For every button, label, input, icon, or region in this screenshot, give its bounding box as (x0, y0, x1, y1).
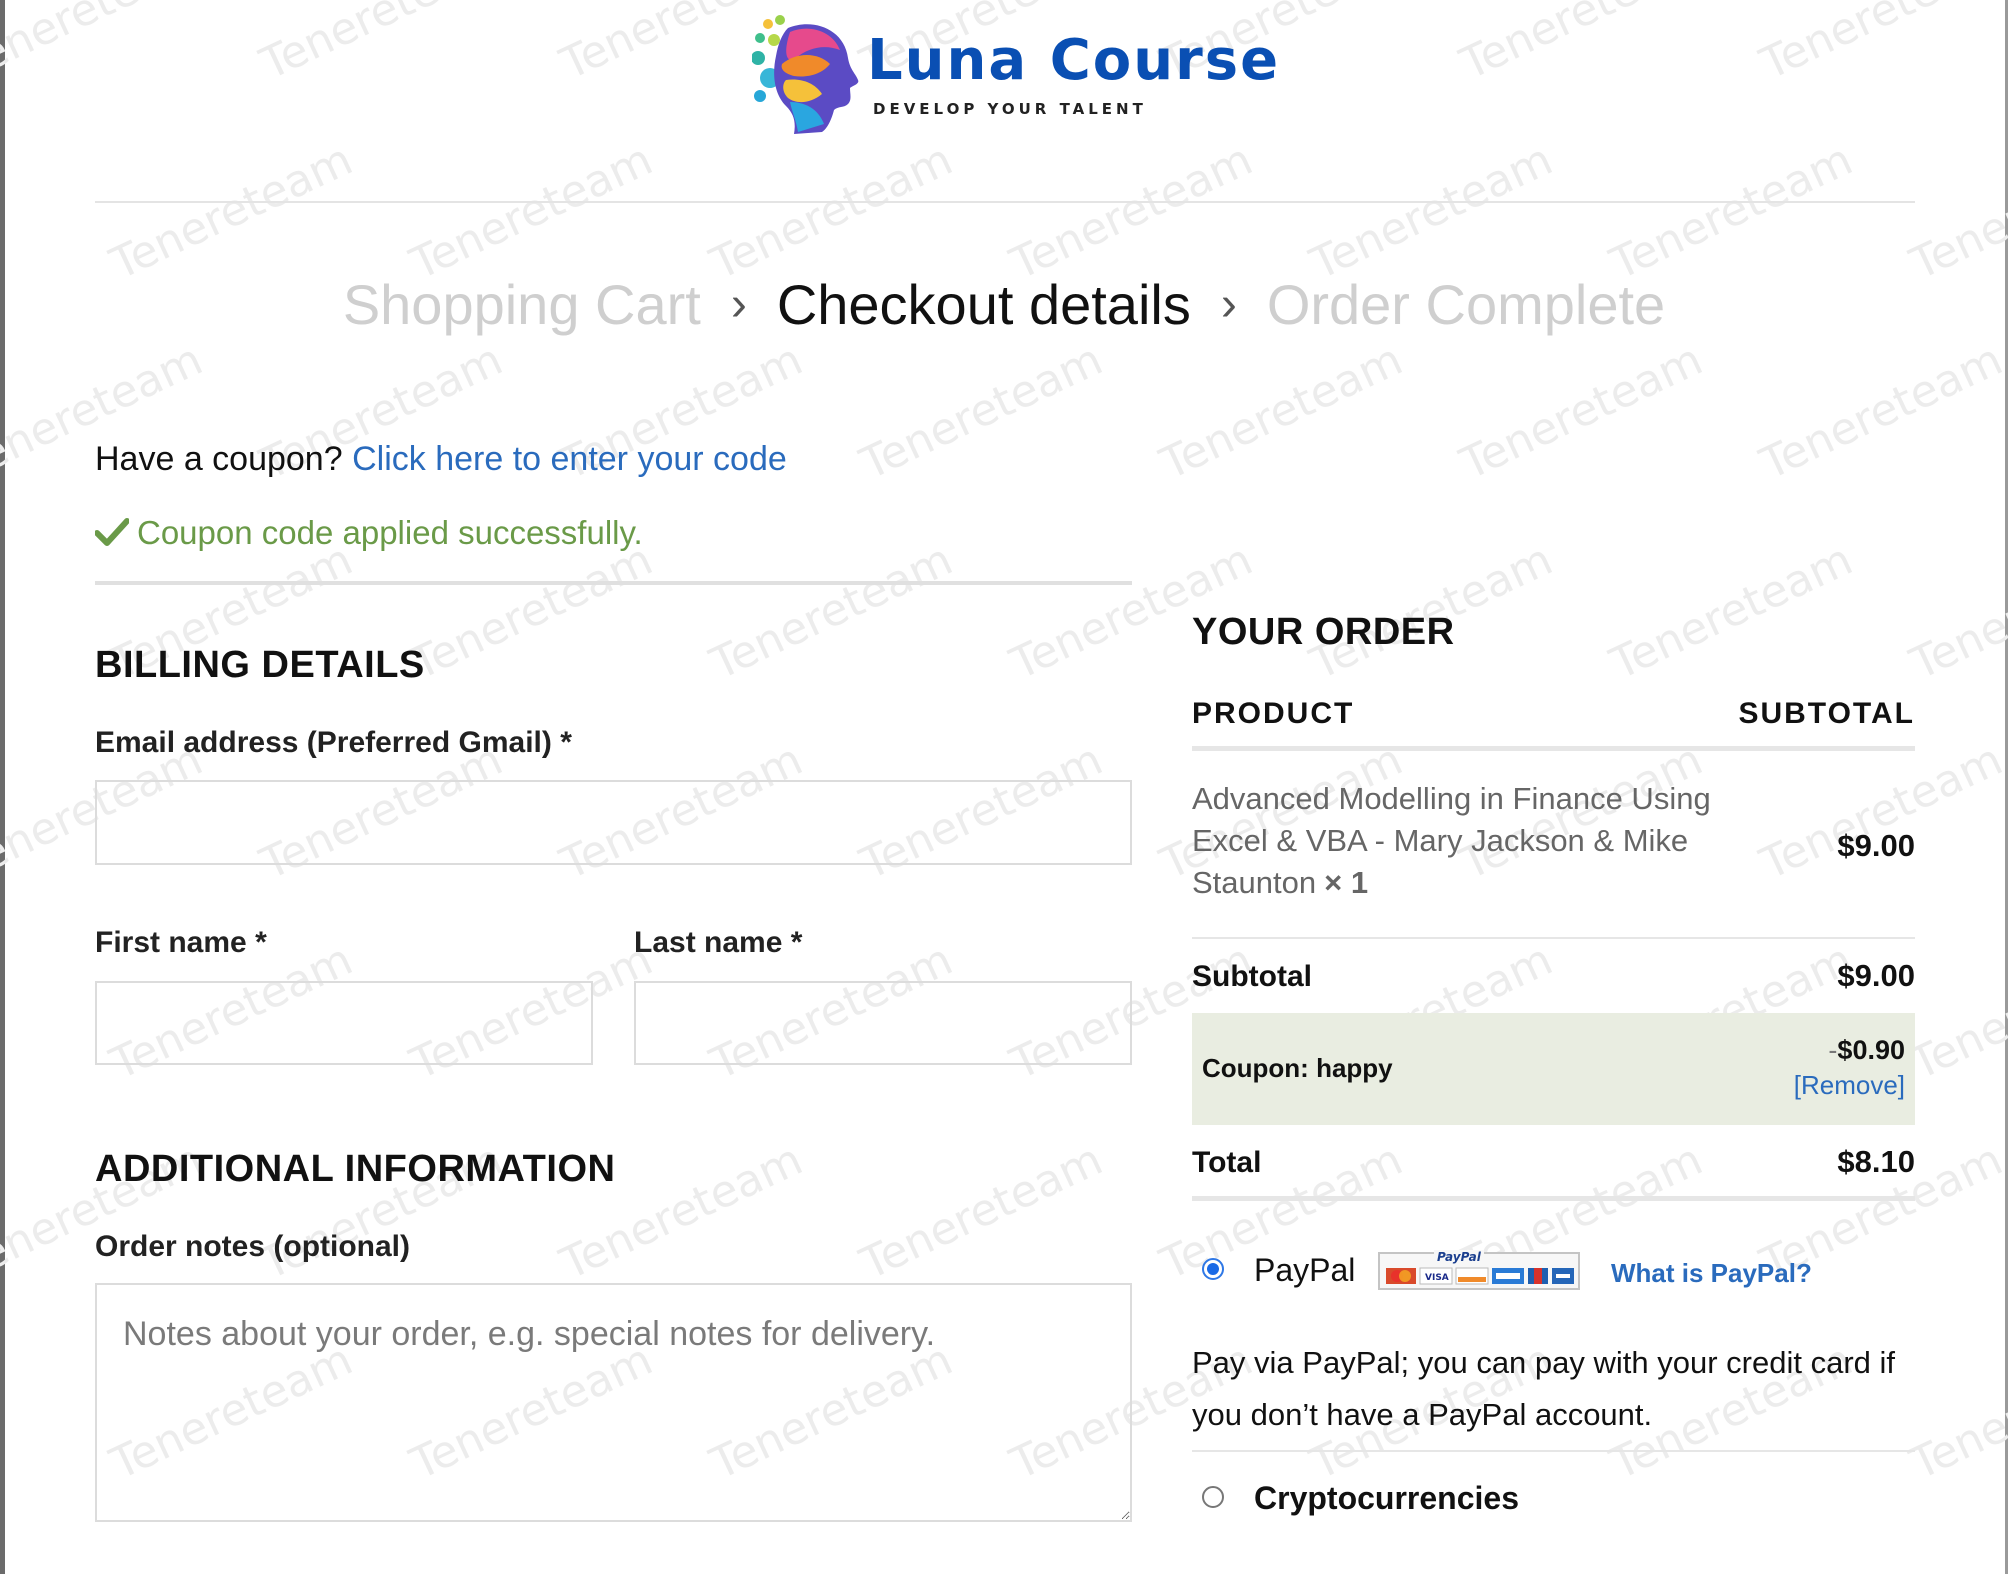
subtotal-value: $9.00 (1837, 958, 1915, 993)
svg-text:VISA: VISA (1425, 1273, 1449, 1283)
watermark-text: Tenereteam (102, 134, 360, 290)
required-mark: * (790, 926, 803, 959)
subtotal-column-header: SUBTOTAL (1738, 697, 1915, 730)
watermark-text: Tenereteam (0, 0, 210, 90)
payment-rule (1192, 1450, 1915, 1452)
last-name-label-text: Last name (634, 926, 783, 959)
product-column-header: PRODUCT (1192, 697, 1355, 730)
watermark-text: Tenereteam (1152, 334, 1410, 490)
paypal-label[interactable]: PayPal (1254, 1252, 1355, 1289)
brand-tagline: DEVELOP YOUR TALENT (873, 100, 1147, 118)
subtotal-label: Subtotal (1192, 960, 1312, 993)
what-is-paypal-link[interactable]: What is PayPal? (1611, 1258, 1812, 1289)
coupon-success-notice: Coupon code applied successfully. (95, 514, 643, 552)
head-silhouette-logo-icon (752, 15, 859, 134)
chevron-right-icon: › (730, 278, 747, 331)
credit-card-logos: VISA (1386, 1267, 1574, 1285)
cryptocurrencies-radio[interactable] (1202, 1486, 1224, 1508)
first-name-label: First name * (95, 926, 267, 960)
order-item-name: Advanced Modelling in Finance Using Exce… (1192, 778, 1712, 904)
chevron-right-icon: › (1220, 278, 1237, 331)
remove-coupon-link[interactable]: [Remove] (1794, 1070, 1905, 1101)
order-notes-label: Order notes (optional) (95, 1230, 410, 1263)
watermark-text: Tenereteam (1452, 0, 1710, 90)
email-label: Email address (Preferred Gmail) * (95, 726, 572, 760)
billing-details-heading: BILLING DETAILS (95, 644, 425, 686)
breadcrumb-checkout-details: Checkout details (776, 273, 1191, 336)
watermark-text: Tenereteam (1752, 334, 2008, 490)
email-label-text: Email address (Preferred Gmail) (95, 726, 552, 759)
watermark-text: Tenereteam (1902, 934, 2008, 1090)
watermark-text: Tenereteam (1302, 134, 1560, 290)
enter-coupon-link[interactable]: Click here to enter your code (352, 440, 787, 478)
watermark-text: Tenereteam (252, 0, 510, 90)
breadcrumb-shopping-cart[interactable]: Shopping Cart (343, 273, 701, 336)
watermark-text: Tenereteam (702, 534, 960, 690)
watermark-text: Tenereteam (1452, 334, 1710, 490)
last-name-label: Last name * (634, 926, 802, 960)
cryptocurrencies-label[interactable]: Cryptocurrencies (1254, 1480, 1519, 1517)
header-divider (95, 201, 1915, 203)
last-name-field[interactable] (634, 981, 1132, 1065)
watermark-text: Tenereteam (702, 134, 960, 290)
checkout-breadcrumb: Shopping Cart › Checkout details › Order Com… (0, 272, 2008, 337)
paypal-description: Pay via PayPal; you can pay with your cr… (1192, 1345, 1895, 1432)
order-item-title: Advanced Modelling in Finance Using Exce… (1192, 781, 1711, 900)
order-item-quantity: × 1 (1324, 865, 1369, 900)
order-item-rule (1192, 937, 1915, 939)
checkmark-icon (95, 518, 129, 546)
order-item-price: $9.00 (1837, 828, 1915, 863)
watermark-text: Tenereteam (402, 134, 660, 290)
watermark-text: Tenereteam (1902, 534, 2008, 690)
first-name-label-text: First name (95, 926, 247, 959)
watermark-text: Tenereteam (852, 1134, 1110, 1290)
watermark-text: Tenereteam (1602, 534, 1860, 690)
coupon-discount: -$0.90 (1828, 1035, 1905, 1066)
watermark-text: Tenereteam (1002, 134, 1260, 290)
watermark-text: Tenereteam (1752, 0, 2008, 90)
total-label: Total (1192, 1146, 1262, 1179)
required-mark: * (255, 926, 267, 959)
coupon-label: Coupon: happy (1202, 1053, 1393, 1083)
breadcrumb-order-complete: Order Complete (1266, 273, 1666, 336)
order-notes-textarea[interactable] (95, 1283, 1132, 1522)
first-name-field[interactable] (95, 981, 593, 1065)
watermark-text: Tenereteam (852, 334, 1110, 490)
coupon-prompt-text: Have a coupon? (95, 440, 343, 478)
additional-information-heading: ADDITIONAL INFORMATION (95, 1148, 616, 1190)
order-total-rule (1192, 1196, 1915, 1201)
order-header-rule (1192, 746, 1915, 751)
watermark-text: Tenereteam (1752, 734, 2008, 890)
required-mark: * (560, 726, 572, 759)
total-value: $8.10 (1837, 1144, 1915, 1179)
window-left-edge (0, 0, 5, 1574)
coupon-discount-value: $0.90 (1837, 1035, 1905, 1065)
watermark-text: Tenereteam (402, 534, 660, 690)
coupon-success-text: Coupon code applied successfully. (137, 514, 643, 551)
paypal-card-logos-icon: PayPal VISA (1378, 1250, 1580, 1290)
brand-name: Luna Course (867, 28, 1281, 93)
site-logo[interactable]: Luna Course DEVELOP YOUR TALENT (752, 14, 1278, 144)
watermark-text: Tenereteam (1902, 1334, 2008, 1490)
paypal-radio[interactable] (1202, 1258, 1224, 1280)
coupon-prompt: Have a coupon? Click here to enter your … (95, 440, 787, 479)
watermark-text: Tenereteam (1902, 134, 2008, 290)
billing-divider (95, 581, 1132, 585)
email-field[interactable] (95, 780, 1132, 865)
watermark-text: Tenereteam (1602, 134, 1860, 290)
your-order-heading: YOUR ORDER (1192, 611, 1455, 653)
coupon-row: Coupon: happy -$0.90 [Remove] (1192, 1013, 1915, 1125)
